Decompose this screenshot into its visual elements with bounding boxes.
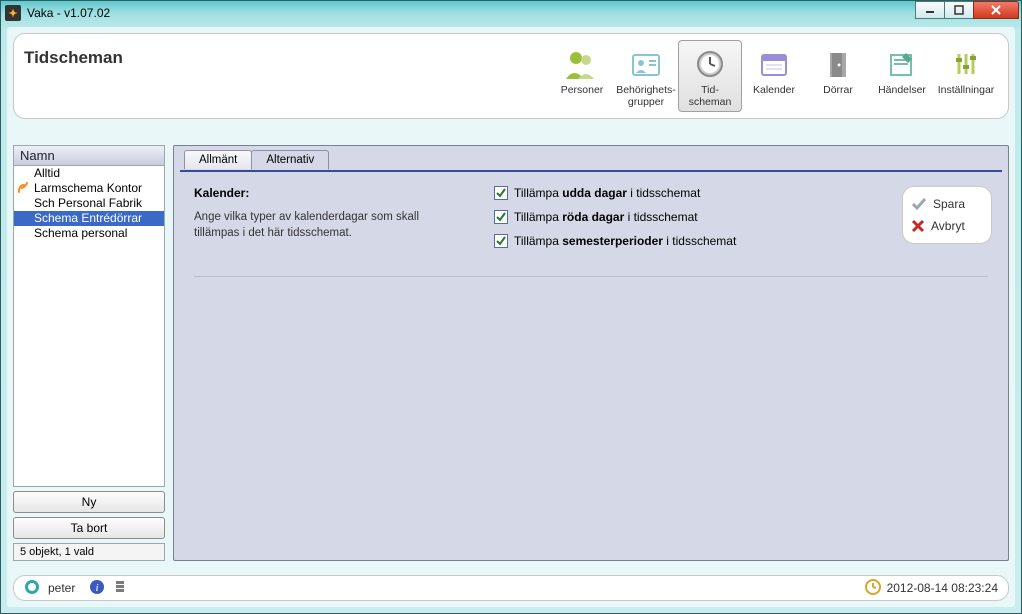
list-item-label: Alltid — [34, 166, 60, 180]
sidebar: Namn Alltid Larmschema Kontor Sch Person… — [13, 145, 165, 561]
sidebar-status: 5 objekt, 1 vald — [13, 543, 165, 561]
cancel-button[interactable]: Avbryt — [911, 219, 983, 233]
status-user: peter — [48, 581, 75, 595]
section-heading: Kalender: — [194, 186, 494, 200]
toolbar-personer[interactable]: Personer — [550, 40, 614, 112]
info-icon[interactable]: i — [89, 579, 105, 598]
window-controls — [916, 1, 1019, 19]
svg-text:i: i — [96, 582, 99, 594]
clock-icon — [692, 47, 728, 81]
save-button[interactable]: Spara — [911, 197, 983, 211]
status-datetime: 2012-08-14 08:23:24 — [887, 581, 998, 595]
checkbox-semesterperioder[interactable]: Tillämpa semesterperioder i tidsschemat — [494, 234, 736, 248]
checkbox-icon — [494, 186, 508, 200]
checkbox-udda-dagar[interactable]: Tillämpa udda dagar i tidsschemat — [494, 186, 736, 200]
close-button[interactable] — [973, 1, 1019, 19]
toolbar-tidscheman[interactable]: Tid- scheman — [678, 40, 742, 112]
list-item-label: Schema personal — [34, 226, 127, 240]
app-icon: ✦ — [5, 5, 21, 21]
list-item[interactable]: Alltid — [14, 166, 164, 181]
checkbox-icon — [494, 234, 508, 248]
checkbox-label: Tillämpa röda dagar i tidsschemat — [514, 210, 698, 224]
clock-small-icon — [865, 579, 881, 598]
checkbox-label: Tillämpa semesterperioder i tidsschemat — [514, 234, 736, 248]
main-toolbar: Tidscheman Personer — [13, 33, 1009, 119]
toolbar-label: Inställningar — [938, 85, 995, 97]
toolbar-dorrar[interactable]: Dörrar — [806, 40, 870, 112]
toolbar-label: Kalender — [753, 85, 795, 97]
server-icon[interactable] — [113, 579, 127, 598]
badge-icon — [628, 47, 664, 81]
window-title: Vaka - v1.07.02 — [27, 6, 110, 20]
save-label: Spara — [933, 197, 965, 211]
detail-panel: Allmänt Alternativ Kalender: Ange vilka … — [173, 145, 1009, 561]
toolbar-label: Dörrar — [823, 85, 853, 97]
checkbox-label: Tillämpa udda dagar i tidsschemat — [514, 186, 700, 200]
list-item[interactable]: Schema Entrédörrar — [14, 211, 164, 226]
toolbar-label: Tid- scheman — [689, 85, 732, 108]
calendar-icon — [756, 47, 792, 81]
section-help: Ange vilka typer av kalenderdagar som sk… — [194, 210, 464, 241]
list-item[interactable]: Sch Personal Fabrik — [14, 196, 164, 211]
maximize-button[interactable] — [944, 1, 974, 19]
sliders-icon — [948, 47, 984, 81]
toolbar-label: Händelser — [878, 85, 926, 97]
toolbar-behorighetsgrupper[interactable]: Behörighets- grupper — [614, 40, 678, 112]
toolbar-kalender[interactable]: Kalender — [742, 40, 806, 112]
list-item[interactable]: Schema personal — [14, 226, 164, 241]
action-box: Spara Avbryt — [902, 186, 992, 244]
minimize-button[interactable] — [915, 1, 945, 19]
toolbar-installningar[interactable]: Inställningar — [934, 40, 998, 112]
events-icon — [884, 47, 920, 81]
divider — [194, 276, 988, 277]
toolbar-label: Behörighets- grupper — [616, 85, 676, 108]
user-icon — [24, 579, 40, 598]
name-list[interactable]: Alltid Larmschema Kontor Sch Personal Fa… — [13, 166, 165, 487]
door-icon — [820, 47, 856, 81]
delete-button[interactable]: Ta bort — [13, 517, 165, 539]
list-item-label: Sch Personal Fabrik — [34, 196, 142, 210]
toolbar-handelser[interactable]: Händelser — [870, 40, 934, 112]
people-icon — [564, 47, 600, 81]
list-item-label: Schema Entrédörrar — [34, 211, 142, 225]
alarm-icon — [17, 182, 29, 194]
new-button[interactable]: Ny — [13, 491, 165, 513]
checkbox-icon — [494, 210, 508, 224]
list-item-label: Larmschema Kontor — [34, 181, 142, 195]
list-item[interactable]: Larmschema Kontor — [14, 181, 164, 196]
titlebar: ✦ Vaka - v1.07.02 — [1, 1, 1021, 25]
cross-icon — [911, 219, 925, 233]
tab-alternativ[interactable]: Alternativ — [251, 150, 329, 170]
page-title: Tidscheman — [24, 48, 123, 68]
toolbar-label: Personer — [561, 85, 604, 97]
check-icon — [911, 197, 927, 211]
cancel-label: Avbryt — [931, 219, 965, 233]
checkbox-roda-dagar[interactable]: Tillämpa röda dagar i tidsschemat — [494, 210, 736, 224]
tab-allmant[interactable]: Allmänt — [184, 150, 252, 169]
statusbar: peter i 2012-08-14 08:23:24 — [13, 575, 1009, 601]
sidebar-header[interactable]: Namn — [13, 145, 165, 166]
